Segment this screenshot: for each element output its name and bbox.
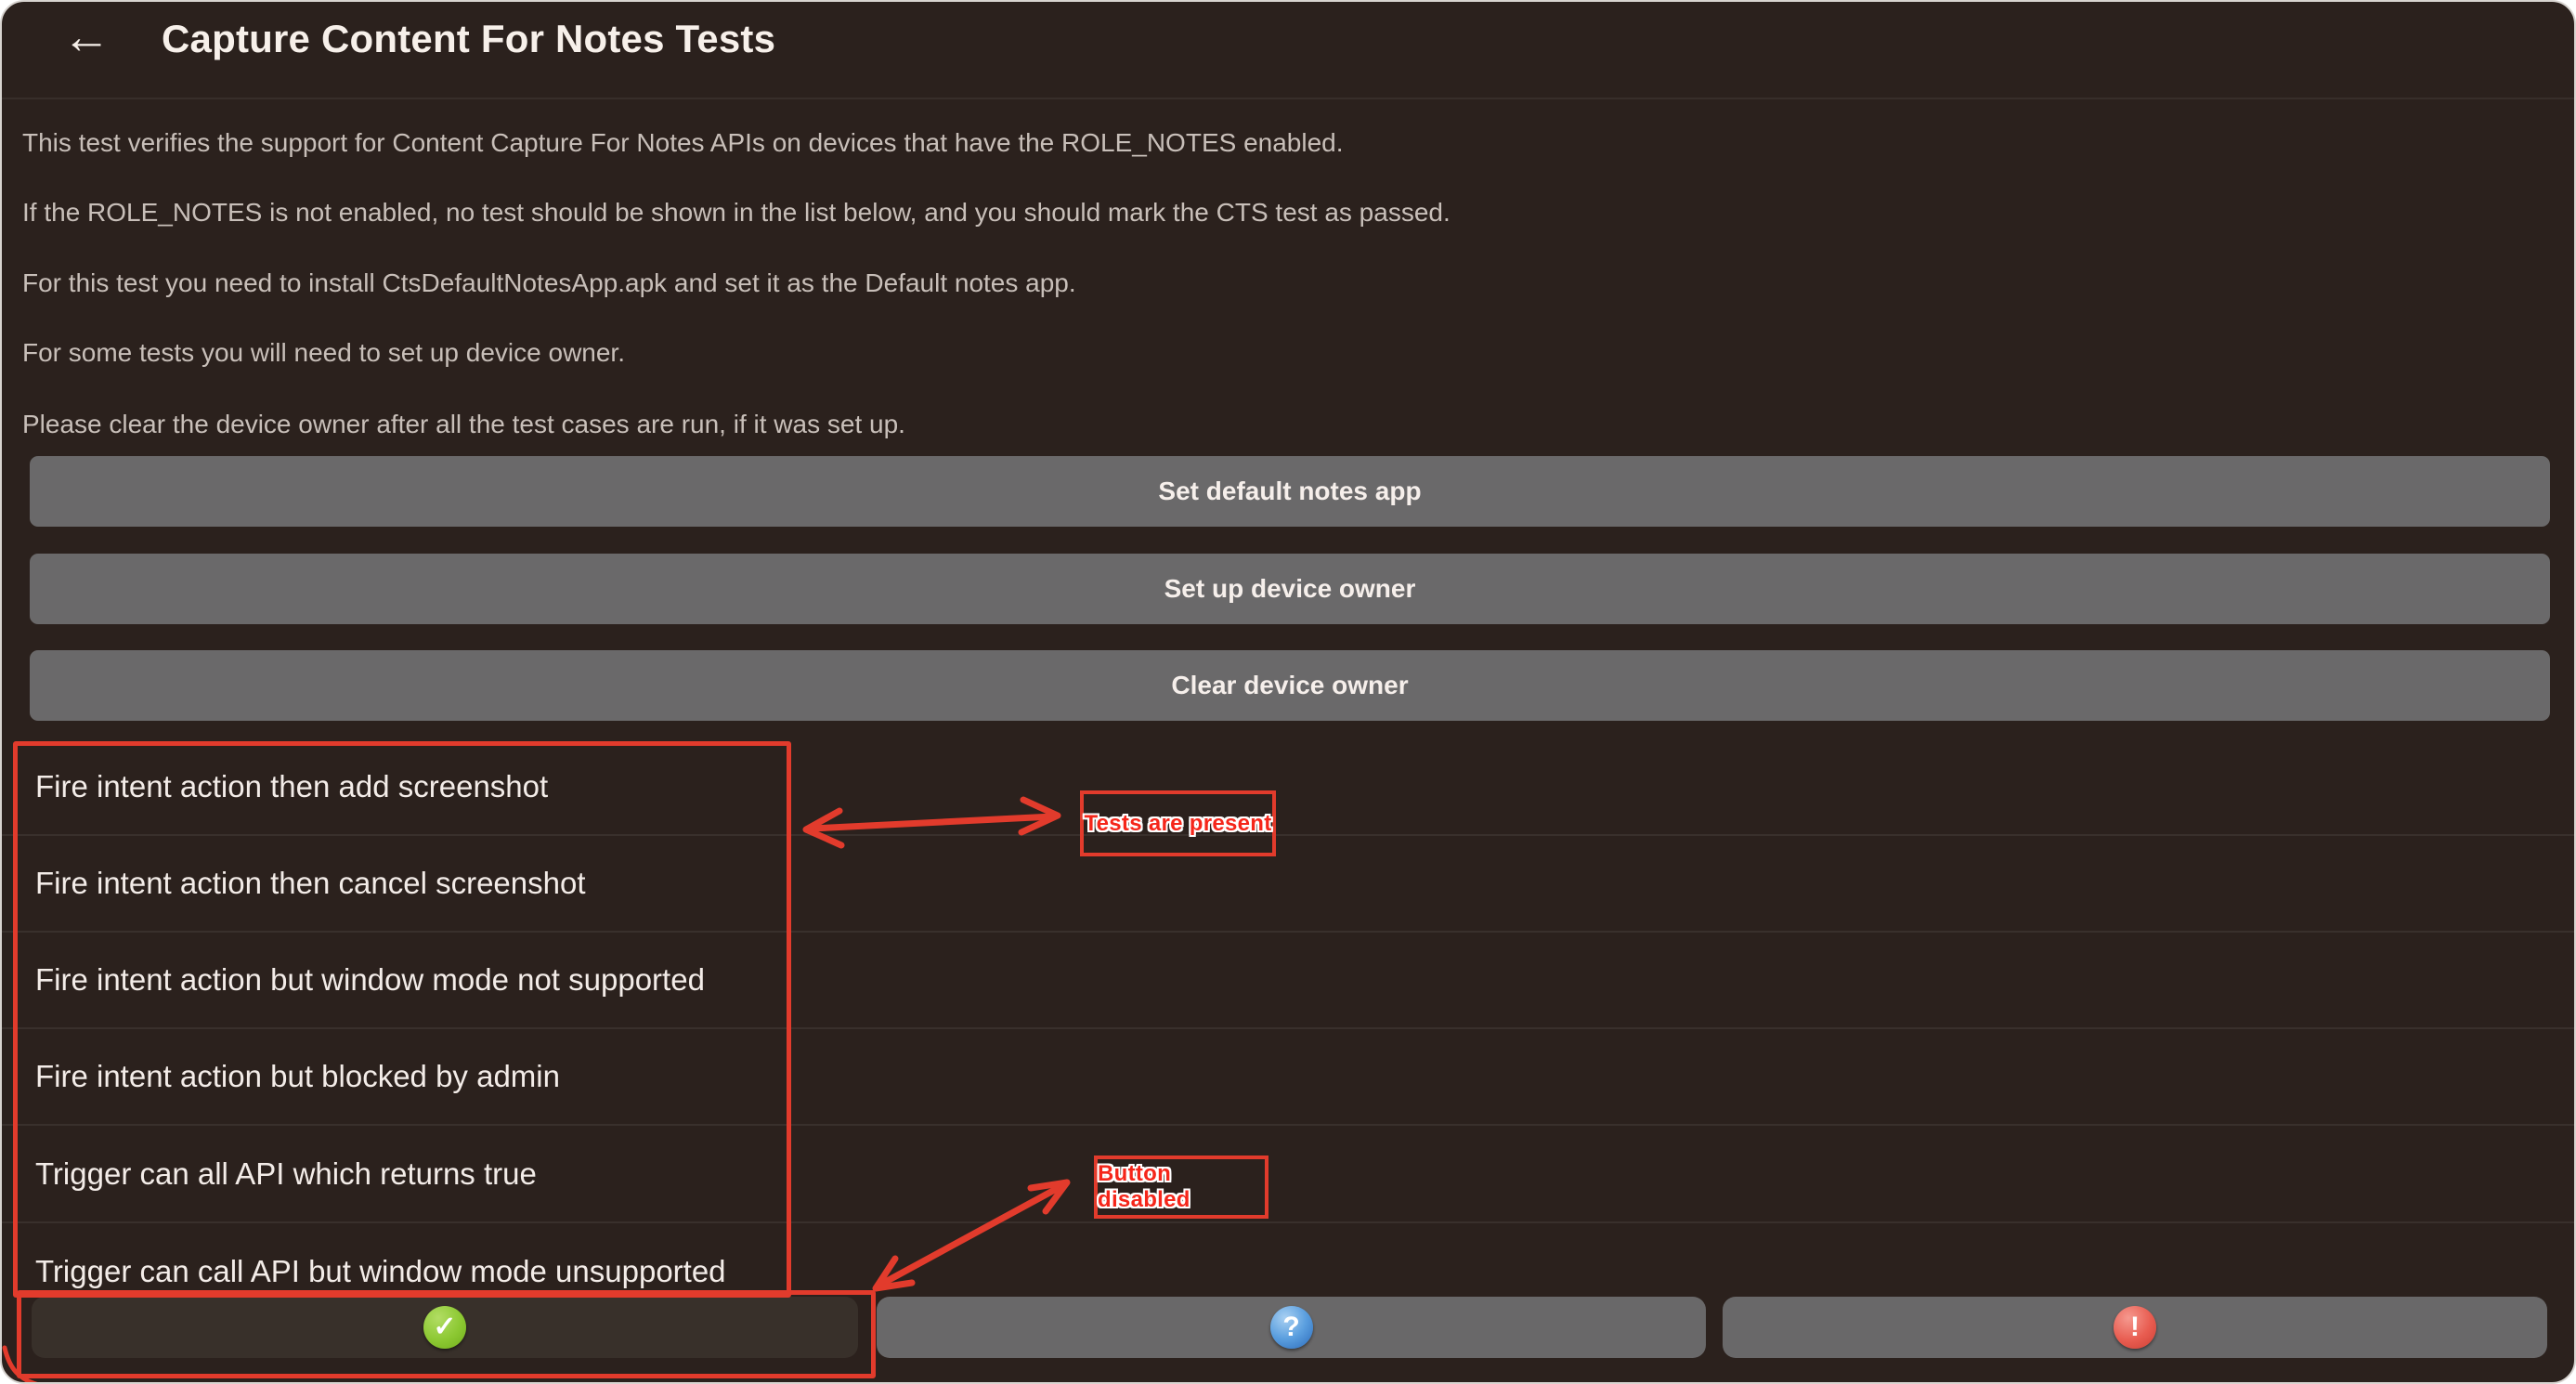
check-circle-icon: ✓	[423, 1306, 466, 1349]
test-list-item[interactable]: Trigger can all API which returns true	[2, 1127, 2574, 1223]
page-title: Capture Content For Notes Tests	[162, 11, 775, 67]
set-default-notes-app-button[interactable]: Set default notes app	[30, 456, 2550, 527]
instruction-paragraph: Please clear the device owner after all …	[22, 408, 2344, 441]
instruction-paragraph: For some tests you will need to set up d…	[22, 336, 2344, 370]
test-list-item[interactable]: Fire intent action but window mode not s…	[2, 933, 2574, 1029]
clear-device-owner-button[interactable]: Clear device owner	[30, 650, 2550, 721]
fail-button[interactable]: !	[1723, 1297, 2547, 1358]
pass-button[interactable]: ✓	[32, 1297, 858, 1358]
question-circle-icon: ?	[1270, 1306, 1313, 1349]
exclamation-circle-icon: !	[2114, 1306, 2156, 1349]
back-arrow-icon[interactable]: ←	[54, 7, 119, 67]
test-list-item[interactable]: Fire intent action but blocked by admin	[2, 1029, 2574, 1126]
app-bar: ← Capture Content For Notes Tests	[2, 2, 2574, 98]
test-list-item[interactable]: Fire intent action then cancel screensho…	[2, 836, 2574, 933]
cts-verifier-screen: ← Capture Content For Notes Tests This t…	[0, 0, 2576, 1384]
app-bar-divider	[2, 98, 2574, 99]
instruction-paragraph: For this test you need to install CtsDef…	[22, 267, 2344, 300]
instruction-paragraph: If the ROLE_NOTES is not enabled, no tes…	[22, 196, 2344, 229]
info-button[interactable]: ?	[877, 1297, 1706, 1358]
instruction-paragraph: This test verifies the support for Conte…	[22, 126, 2344, 160]
set-up-device-owner-button[interactable]: Set up device owner	[30, 554, 2550, 624]
test-list-item[interactable]: Fire intent action then add screenshot	[2, 739, 2574, 836]
